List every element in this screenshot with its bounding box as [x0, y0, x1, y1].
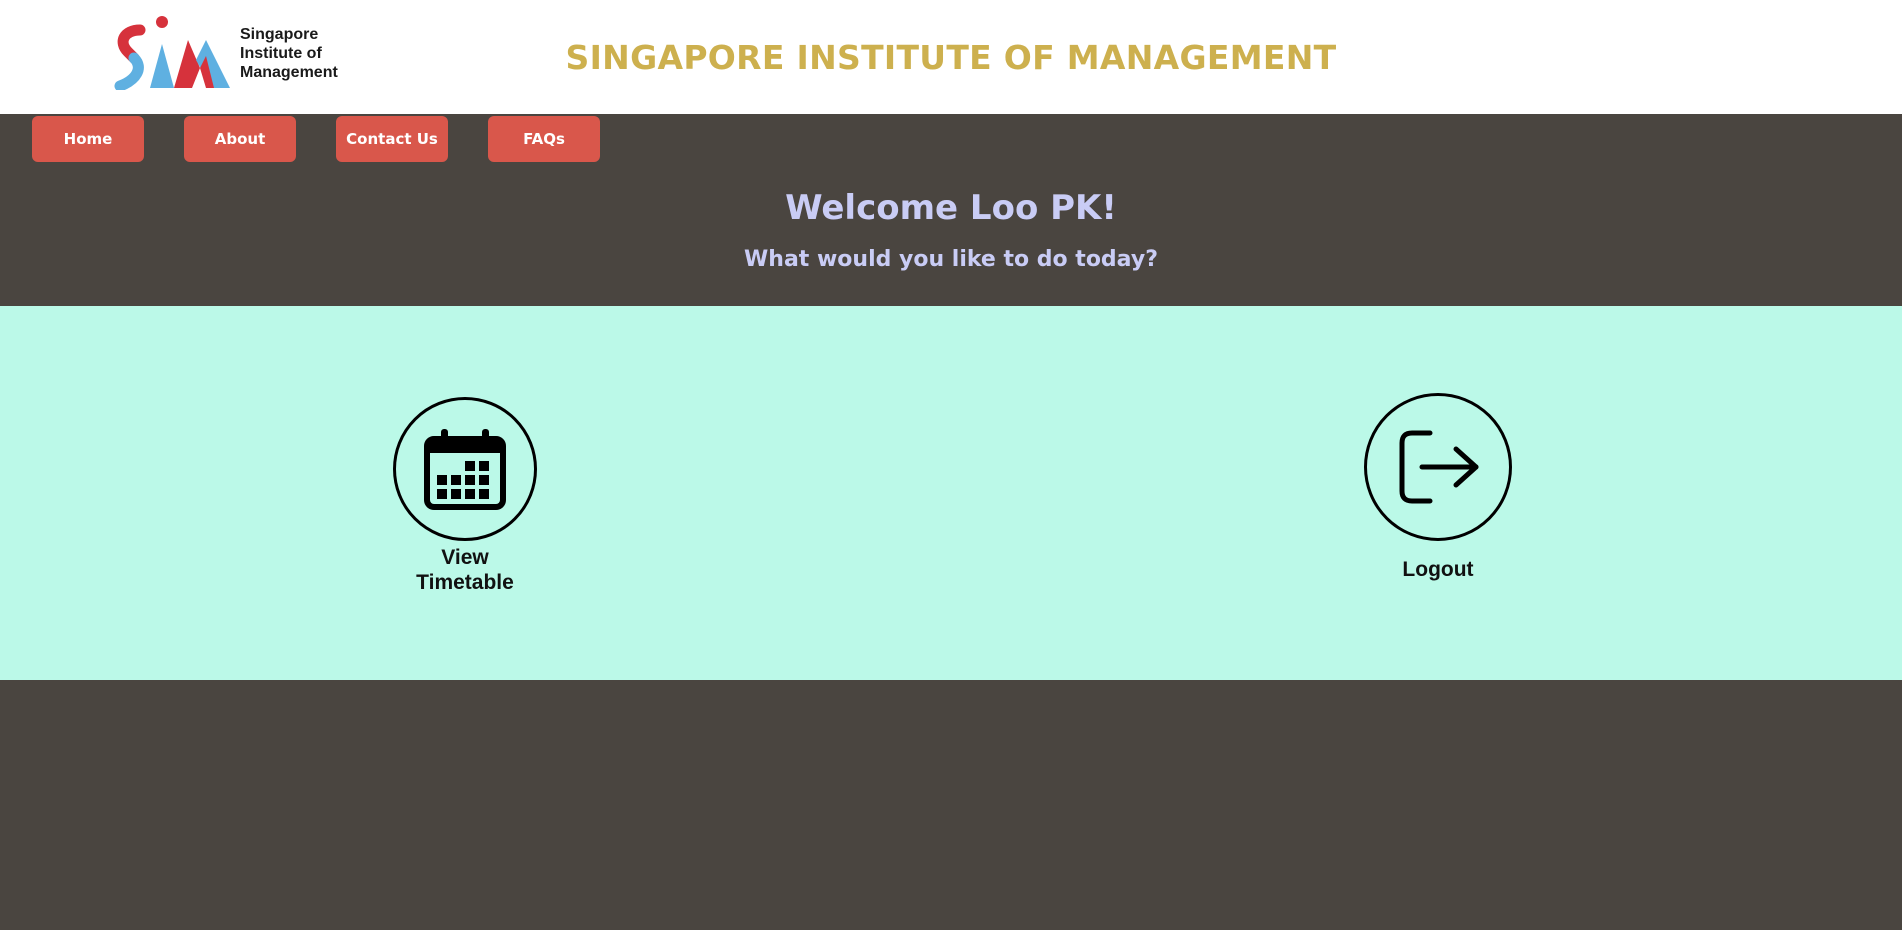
welcome-prompt: What would you like to do today?	[744, 247, 1158, 272]
sim-logo[interactable]: Singapore Institute of Management	[114, 16, 354, 90]
nav-contact-button[interactable]: Contact Us	[336, 116, 448, 162]
logout-icon-circle	[1364, 393, 1512, 541]
timetable-icon-circle	[393, 397, 537, 541]
logout-label: Logout	[1402, 558, 1474, 581]
logo-line-1: Singapore	[240, 25, 319, 43]
site-header: Singapore Institute of Management SINGAP…	[0, 0, 1902, 114]
logout-button[interactable]: Logout	[1364, 393, 1512, 582]
view-timetable-label-line-2: Timetable	[416, 571, 514, 594]
view-timetable-button[interactable]: View Timetable	[393, 397, 537, 595]
logo-line-2: Institute of	[240, 44, 322, 62]
site-title: SINGAPORE INSTITUTE OF MANAGEMENT	[565, 38, 1337, 77]
nav-home-button[interactable]: Home	[32, 116, 144, 162]
logout-icon	[1399, 430, 1479, 504]
sim-logo-icon	[114, 16, 230, 90]
main-nav: Home About Contact Us FAQs	[0, 114, 700, 162]
calendar-icon	[424, 429, 506, 510]
logo-line-3: Management	[240, 63, 338, 81]
nav-about-button[interactable]: About	[184, 116, 296, 162]
view-timetable-label-line-1: View	[441, 546, 489, 569]
nav-faqs-button[interactable]: FAQs	[488, 116, 600, 162]
view-timetable-label: View Timetable	[416, 545, 514, 595]
welcome-heading: Welcome Loo PK!	[785, 188, 1117, 228]
actions-panel: View Timetable Logout	[0, 306, 1902, 680]
logo-text: Singapore Institute of Management	[240, 25, 338, 82]
